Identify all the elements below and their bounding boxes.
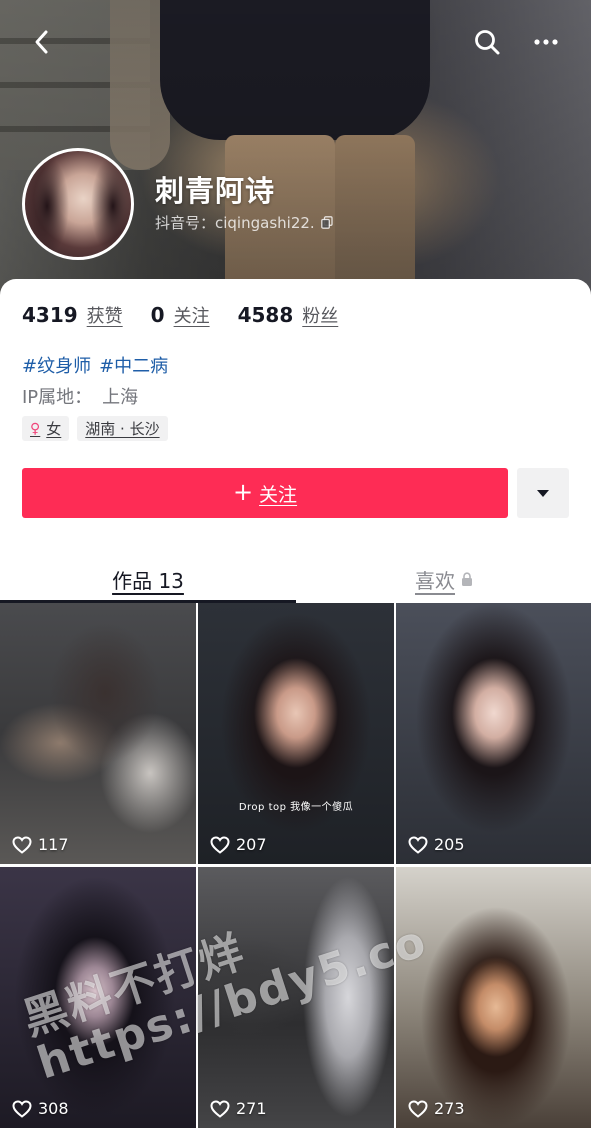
- nickname: 刺青阿诗: [155, 174, 276, 208]
- tab-works[interactable]: 作品 13: [0, 555, 296, 603]
- avatar-hair: [25, 151, 131, 257]
- location-text: 湖南 · 长沙: [85, 420, 160, 438]
- stat-value: 0: [150, 303, 165, 327]
- tab-likes[interactable]: 喜欢: [296, 555, 591, 603]
- lock-icon: [462, 571, 472, 586]
- profile-chips: ♀ 女 湖南 · 长沙: [22, 416, 168, 441]
- copy-icon[interactable]: [320, 216, 333, 229]
- location-chip[interactable]: 湖南 · 长沙: [77, 416, 168, 441]
- more-dots-icon: [534, 39, 558, 45]
- heart-outline-icon: [12, 835, 32, 854]
- video-likes: 205: [408, 835, 465, 854]
- douyin-id-text: 抖音号：ciqingashi22.: [155, 214, 315, 232]
- follow-button[interactable]: + 关注: [22, 468, 508, 518]
- gender-text: 女: [46, 420, 62, 438]
- heart-outline-icon: [408, 835, 428, 854]
- plus-icon: +: [232, 477, 254, 506]
- video-likes: 308: [12, 1099, 69, 1118]
- hashtag-link[interactable]: #纹身师: [22, 352, 91, 378]
- stats-row: 4319 获赞 0 关注 4588 粉丝: [22, 302, 366, 328]
- tab-works-label: 作品 13: [112, 568, 184, 593]
- stat-label: 关注: [173, 306, 210, 327]
- stat-followers[interactable]: 4588 粉丝: [238, 302, 339, 328]
- like-count: 117: [38, 835, 69, 854]
- stat-label: 获赞: [86, 306, 123, 327]
- heart-outline-icon: [408, 1099, 428, 1118]
- bio-hashtags: #纹身师 #中二病: [22, 352, 168, 378]
- like-count: 207: [236, 835, 267, 854]
- video-likes: 273: [408, 1099, 465, 1118]
- stat-label: 粉丝: [302, 306, 339, 327]
- recommend-dropdown-button[interactable]: [517, 468, 569, 518]
- stat-value: 4588: [237, 303, 294, 327]
- stat-value: 4319: [22, 303, 78, 327]
- ip-value: 上海: [102, 387, 139, 408]
- search-icon: [475, 30, 500, 55]
- video-card[interactable]: Drop top 我像一个傻瓜 207: [198, 603, 394, 864]
- video-thumbnail: [396, 603, 591, 864]
- video-card[interactable]: 273: [396, 867, 591, 1128]
- heart-outline-icon: [210, 1099, 230, 1118]
- follow-label: 关注: [259, 483, 298, 506]
- like-count: 205: [434, 835, 465, 854]
- ip-label: IP属地：: [22, 387, 93, 408]
- video-card[interactable]: 205: [396, 603, 591, 864]
- video-likes: 117: [12, 835, 69, 854]
- hashtag-link[interactable]: #中二病: [99, 352, 168, 378]
- ip-location: IP属地： 上海: [22, 383, 138, 409]
- tab-likes-label: 喜欢: [415, 568, 455, 593]
- back-chevron-icon: [35, 30, 48, 54]
- back-button[interactable]: [22, 22, 62, 62]
- like-count: 271: [236, 1099, 267, 1118]
- more-button[interactable]: [526, 22, 566, 62]
- search-button[interactable]: [467, 22, 507, 62]
- avatar[interactable]: [22, 148, 134, 260]
- video-thumbnail: [396, 867, 591, 1128]
- video-thumbnail: [198, 603, 394, 864]
- heart-outline-icon: [12, 1099, 32, 1118]
- female-icon: ♀: [30, 420, 41, 437]
- like-count: 273: [434, 1099, 465, 1118]
- gender-chip[interactable]: ♀ 女: [22, 416, 70, 441]
- video-card[interactable]: 117: [0, 603, 196, 864]
- video-thumbnail: [0, 603, 196, 864]
- video-caption: Drop top 我像一个傻瓜: [238, 802, 354, 813]
- stat-likes[interactable]: 4319 获赞: [22, 302, 123, 328]
- like-count: 308: [38, 1099, 69, 1118]
- video-likes: 207: [210, 835, 267, 854]
- video-likes: 271: [210, 1099, 267, 1118]
- triangle-down-icon: [537, 489, 549, 497]
- douyin-id[interactable]: 抖音号：ciqingashi22.: [155, 212, 333, 233]
- heart-outline-icon: [210, 835, 230, 854]
- content-tabs: 作品 13 喜欢: [0, 555, 591, 603]
- stat-following[interactable]: 0 关注: [151, 302, 210, 328]
